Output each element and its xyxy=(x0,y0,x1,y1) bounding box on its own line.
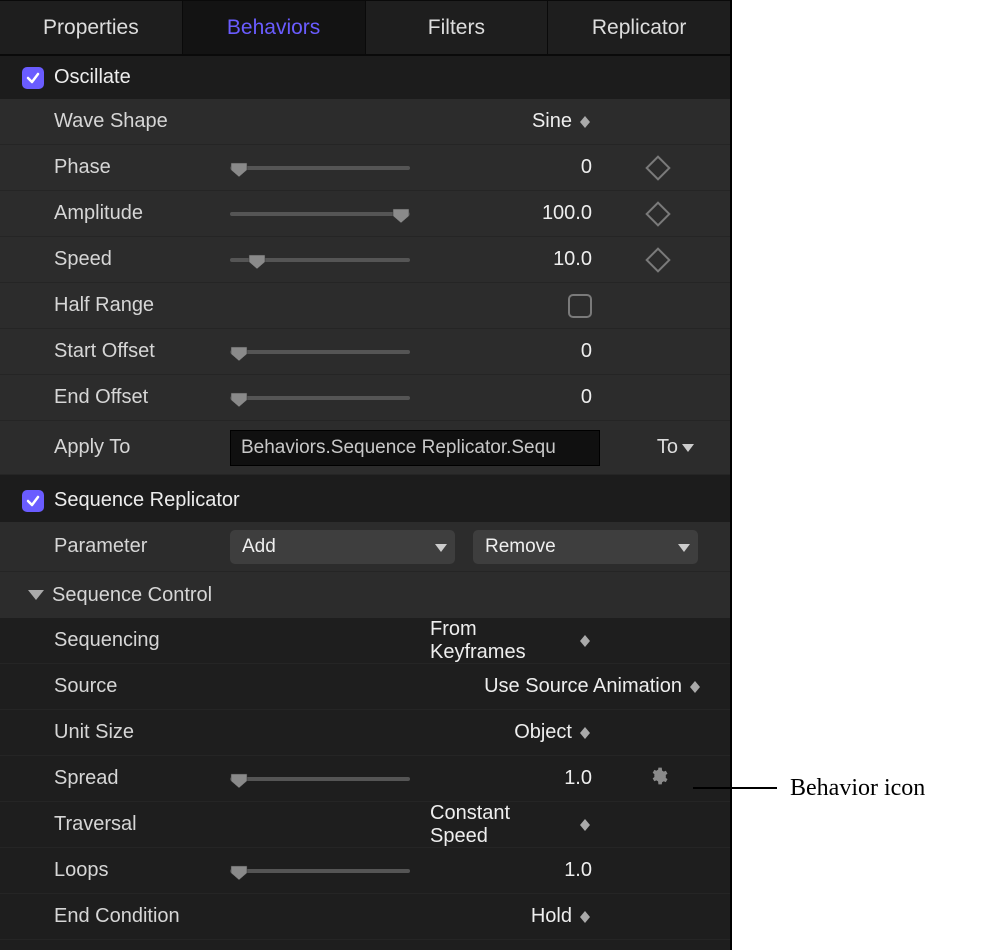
source-popup[interactable]: Use Source Animation xyxy=(484,675,702,698)
sequencing-label: Sequencing xyxy=(0,629,230,652)
row-unit-size: Unit Size Object xyxy=(0,710,730,756)
row-phase: Phase 0 xyxy=(0,145,730,191)
sequence-replicator-enable-checkbox[interactable] xyxy=(22,490,44,512)
apply-to-field[interactable]: Behaviors.Sequence Replicator.Sequ xyxy=(230,430,600,466)
parameter-remove-dropdown[interactable]: Remove xyxy=(473,530,698,564)
stepper-icon xyxy=(578,911,592,923)
phase-value[interactable]: 0 xyxy=(581,156,592,179)
row-parameter: Parameter Add Remove xyxy=(0,522,730,572)
wave-shape-label: Wave Shape xyxy=(0,110,230,133)
amplitude-keyframe-icon[interactable] xyxy=(645,201,670,226)
tab-replicator[interactable]: Replicator xyxy=(548,0,730,54)
amplitude-label: Amplitude xyxy=(0,202,230,225)
traversal-popup[interactable]: Constant Speed xyxy=(430,802,592,848)
stepper-icon xyxy=(578,727,592,739)
sequence-replicator-title: Sequence Replicator xyxy=(54,489,240,512)
spread-label: Spread xyxy=(0,767,230,790)
callout-label: Behavior icon xyxy=(790,775,925,802)
tab-behaviors[interactable]: Behaviors xyxy=(183,0,366,54)
apply-to-to-button[interactable]: To xyxy=(657,436,694,459)
end-condition-popup[interactable]: Hold xyxy=(531,905,592,928)
start-offset-value[interactable]: 0 xyxy=(581,340,592,363)
speed-value[interactable]: 10.0 xyxy=(553,248,592,271)
callout-line xyxy=(693,787,777,789)
row-loops: Loops 1.0 xyxy=(0,848,730,894)
amplitude-value[interactable]: 100.0 xyxy=(542,202,592,225)
oscillate-title: Oscillate xyxy=(54,66,131,89)
stepper-icon xyxy=(579,635,593,647)
oscillate-enable-checkbox[interactable] xyxy=(22,67,44,89)
end-offset-value[interactable]: 0 xyxy=(581,386,592,409)
oscillate-header: Oscillate xyxy=(0,56,730,99)
half-range-checkbox[interactable] xyxy=(568,294,592,318)
row-start-offset: Start Offset 0 xyxy=(0,329,730,375)
row-end-offset: End Offset 0 xyxy=(0,375,730,421)
tab-properties[interactable]: Properties xyxy=(0,0,183,54)
speed-label: Speed xyxy=(0,248,230,271)
unit-size-popup[interactable]: Object xyxy=(514,721,592,744)
row-half-range: Half Range xyxy=(0,283,730,329)
row-end-condition: End Condition Hold xyxy=(0,894,730,940)
chevron-down-icon xyxy=(678,536,690,558)
spread-value[interactable]: 1.0 xyxy=(564,767,592,790)
row-sequencing: Sequencing From Keyframes xyxy=(0,618,730,664)
amplitude-slider[interactable] xyxy=(230,204,410,224)
loops-value[interactable]: 1.0 xyxy=(564,859,592,882)
tabs-bar: Properties Behaviors Filters Replicator xyxy=(0,0,730,56)
phase-keyframe-icon[interactable] xyxy=(645,155,670,180)
start-offset-label: Start Offset xyxy=(0,340,230,363)
phase-slider[interactable] xyxy=(230,158,410,178)
traversal-label: Traversal xyxy=(0,813,230,836)
sequence-control-disclosure[interactable]: Sequence Control xyxy=(0,572,730,618)
row-traversal: Traversal Constant Speed xyxy=(0,802,730,848)
start-offset-slider[interactable] xyxy=(230,342,410,362)
parameter-add-dropdown[interactable]: Add xyxy=(230,530,455,564)
tab-filters[interactable]: Filters xyxy=(366,0,549,54)
phase-label: Phase xyxy=(0,156,230,179)
parameter-label: Parameter xyxy=(0,535,230,558)
row-spread: Spread 1.0 xyxy=(0,756,730,802)
sequencing-popup[interactable]: From Keyframes xyxy=(430,618,592,664)
end-offset-slider[interactable] xyxy=(230,388,410,408)
chevron-down-icon xyxy=(682,444,694,452)
stepper-icon xyxy=(578,116,592,128)
stepper-icon xyxy=(688,681,702,693)
disclosure-triangle-icon xyxy=(28,590,44,600)
stepper-icon xyxy=(578,819,592,831)
row-source: Source Use Source Animation xyxy=(0,664,730,710)
sequence-replicator-header: Sequence Replicator xyxy=(0,475,730,522)
end-offset-label: End Offset xyxy=(0,386,230,409)
end-condition-label: End Condition xyxy=(0,905,230,928)
row-amplitude: Amplitude 100.0 xyxy=(0,191,730,237)
spread-slider[interactable] xyxy=(230,769,410,789)
half-range-label: Half Range xyxy=(0,294,230,317)
loops-slider[interactable] xyxy=(230,861,410,881)
speed-keyframe-icon[interactable] xyxy=(645,247,670,272)
behavior-gear-icon[interactable] xyxy=(648,766,668,792)
source-label: Source xyxy=(0,675,230,698)
wave-shape-popup[interactable]: Sine xyxy=(532,110,592,133)
row-speed: Speed 10.0 xyxy=(0,237,730,283)
unit-size-label: Unit Size xyxy=(0,721,230,744)
row-apply-to: Apply To Behaviors.Sequence Replicator.S… xyxy=(0,421,730,475)
apply-to-label: Apply To xyxy=(0,436,230,459)
chevron-down-icon xyxy=(435,536,447,558)
speed-slider[interactable] xyxy=(230,250,410,270)
row-wave-shape: Wave Shape Sine xyxy=(0,99,730,145)
loops-label: Loops xyxy=(0,859,230,882)
